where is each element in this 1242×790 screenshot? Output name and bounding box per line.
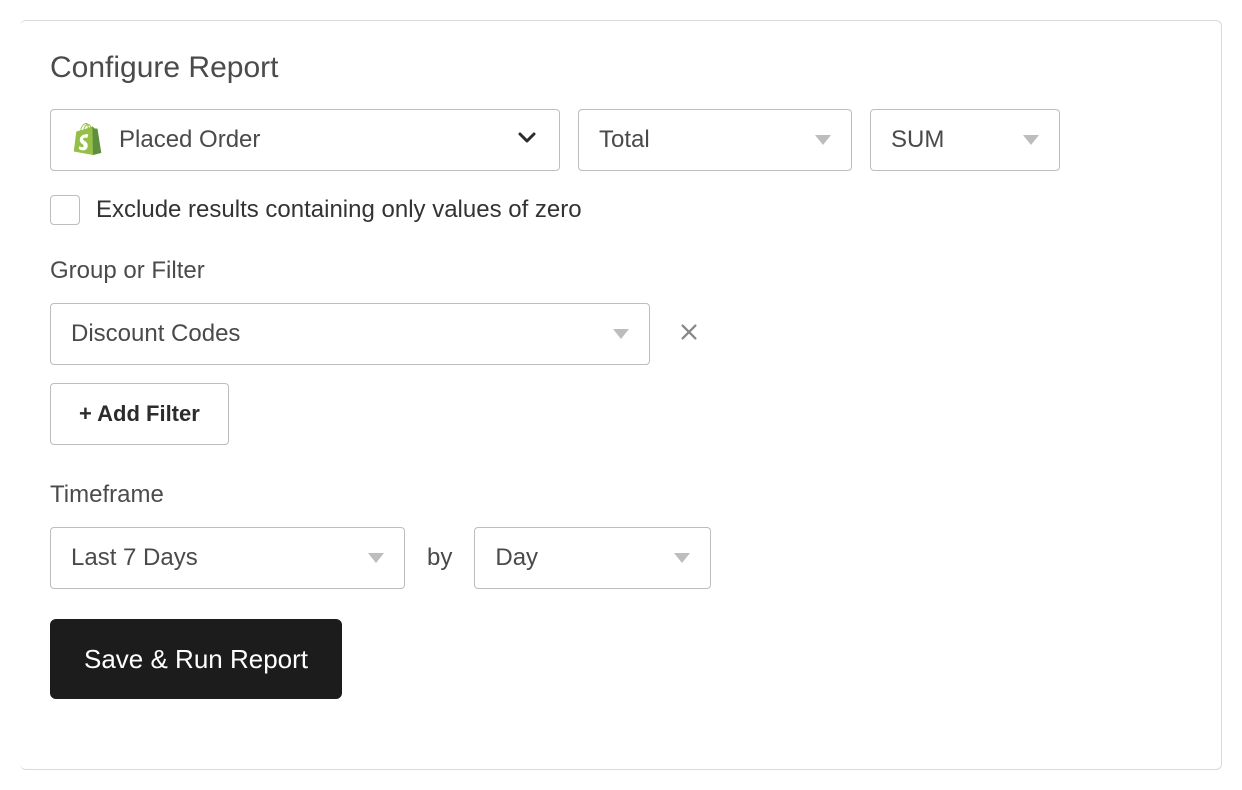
filter-select-label: Discount Codes [71,320,240,348]
exclude-zero-row: Exclude results containing only values o… [50,195,1189,225]
timeframe-interval-select[interactable]: Day [474,527,711,589]
shopify-bag-icon [71,122,103,158]
filter-select[interactable]: Discount Codes [50,303,650,365]
remove-filter-button[interactable] [674,315,704,354]
caret-down-icon [613,329,629,339]
aggregate-select[interactable]: SUM [870,109,1060,171]
exclude-zero-checkbox[interactable] [50,195,80,225]
configure-report-panel: Configure Report Placed Order Total [20,20,1222,770]
exclude-zero-label: Exclude results containing only values o… [96,196,582,224]
by-label: by [427,544,452,572]
timeframe-interval-label: Day [495,544,538,572]
add-filter-button[interactable]: + Add Filter [50,383,229,445]
timeframe-heading: Timeframe [50,481,1189,509]
add-filter-label: + Add Filter [79,401,200,427]
caret-down-icon [674,553,690,563]
metric-row: Placed Order Total SUM [50,109,1189,171]
metric-select[interactable]: Placed Order [50,109,560,171]
aggregate-select-label: SUM [891,126,944,154]
page-title: Configure Report [50,51,1189,85]
save-run-report-label: Save & Run Report [84,644,308,675]
save-run-report-button[interactable]: Save & Run Report [50,619,342,699]
metric-select-label: Placed Order [119,126,260,154]
measure-select[interactable]: Total [578,109,852,171]
group-filter-heading: Group or Filter [50,257,1189,285]
caret-down-icon [1023,135,1039,145]
measure-select-label: Total [599,126,650,154]
timeframe-range-select[interactable]: Last 7 Days [50,527,405,589]
timeframe-range-label: Last 7 Days [71,544,198,572]
chevron-down-icon [515,125,539,156]
caret-down-icon [368,553,384,563]
filter-row: Discount Codes [50,303,1189,365]
caret-down-icon [815,135,831,145]
timeframe-row: Last 7 Days by Day [50,527,1189,589]
